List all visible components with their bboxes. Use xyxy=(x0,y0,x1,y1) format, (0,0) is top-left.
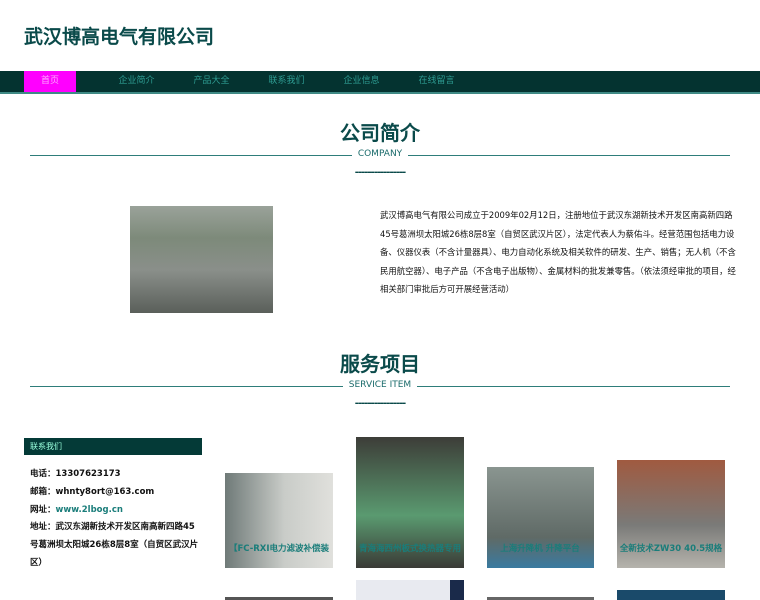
nav-home[interactable]: 首页 xyxy=(24,71,76,92)
product-image[interactable] xyxy=(356,580,464,600)
contact-info: 电话：13307623173 邮箱：whnty8ort@163.com 网址：w… xyxy=(30,466,200,573)
contact-address: 地址：武汉东湖新技术开发区南高新四路45号葛洲坝太阳城26栋8层8室（自贸区武汉… xyxy=(30,522,199,568)
about-image xyxy=(130,206,273,313)
main-nav: 首页 企业简介 产品大全 联系我们 企业信息 在线留言 xyxy=(0,71,760,94)
dash-divider: ---------------- xyxy=(354,398,406,409)
contact-web-label: 网址： xyxy=(30,504,56,515)
contact-email: 邮箱：whnty8ort@163.com xyxy=(30,486,155,497)
product-link[interactable]: 全新技术ZW30 40.5规格 xyxy=(607,542,735,554)
site-logo-title[interactable]: 武汉博高电气有限公司 xyxy=(24,22,214,49)
about-text: 武汉博高电气有限公司成立于2009年02月12日，注册地位于武汉东湖新技术开发区… xyxy=(380,210,736,295)
nav-contact[interactable]: 联系我们 xyxy=(249,71,324,92)
contact-phone: 电话：13307623173 xyxy=(30,469,121,479)
product-link[interactable]: 青海海西州板式换热器专用 xyxy=(346,542,474,554)
dash-divider: ---------------- xyxy=(354,167,406,178)
service-subtitle: SERVICE ITEM xyxy=(342,380,418,390)
product-link[interactable]: 上海升降机 升降平台 xyxy=(476,542,604,554)
nav-message[interactable]: 在线留言 xyxy=(399,71,474,92)
product-link[interactable]: 【FC-RXI电力滤波补偿装 xyxy=(215,542,343,554)
nav-about[interactable]: 企业简介 xyxy=(99,71,174,92)
about-subtitle: COMPANY xyxy=(351,149,409,159)
product-image[interactable] xyxy=(617,590,725,600)
service-title: 服务项目 xyxy=(340,352,420,376)
about-title: 公司简介 xyxy=(340,121,420,145)
nav-products[interactable]: 产品大全 xyxy=(174,71,249,92)
contact-heading: 联系我们 xyxy=(24,438,202,455)
nav-info[interactable]: 企业信息 xyxy=(324,71,399,92)
contact-web-link[interactable]: www.2lbog.cn xyxy=(56,505,123,515)
